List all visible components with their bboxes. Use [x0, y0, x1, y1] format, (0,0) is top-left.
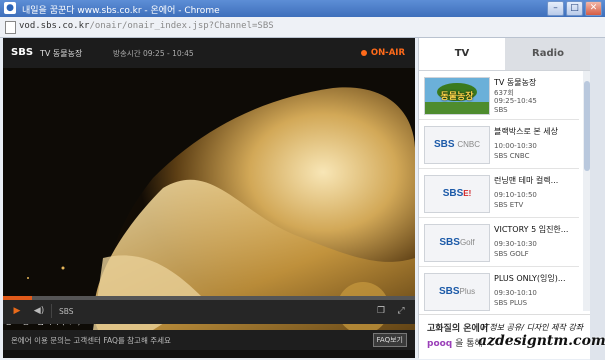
ad-subline: pooq 을 통해: [427, 339, 483, 349]
player-header: SBS TV 동물농장 방송시간 09:25 - 10:45 ON-AIR: [3, 38, 415, 68]
channel-item-sbs[interactable]: 동물농장 TV 동물농장 637회 09:25-10:45 SBS: [419, 71, 579, 120]
channel-item-cnbc[interactable]: SBS CNBC 블랙박스로 본 세상 10:00-10:30 SBS CNBC: [419, 120, 579, 169]
tab-tv[interactable]: TV: [419, 38, 505, 70]
channel-network: SBS ETV: [494, 201, 524, 209]
program-name: TV 동물농장: [40, 49, 83, 58]
address-bar[interactable]: vod.sbs.co.kr/onair/onair_index.jsp?Chan…: [0, 17, 605, 38]
notice-bar: 온에어 이용 문의는 고객센터 FAQ를 참고해 주세요 FAQ보기: [3, 330, 415, 350]
window-title: 내일을 꿈꾼다 www.sbs.co.kr - 온에어 - Chrome: [22, 6, 220, 16]
channel-thumbnail: 동물농장: [424, 77, 490, 115]
window-titlebar: ● 내일을 꿈꾼다 www.sbs.co.kr - 온에어 - Chrome –…: [0, 0, 605, 17]
close-button[interactable]: ✕: [585, 1, 602, 16]
page-icon: [5, 21, 16, 34]
window-frame-right: [590, 38, 605, 360]
channel-network: SBS CNBC: [494, 152, 530, 160]
channel-time: 10:00-10:30: [494, 142, 537, 150]
channel-time: 09:30-10:10: [494, 289, 537, 297]
channel-time: 09:30-10:30: [494, 240, 537, 248]
progress-bar[interactable]: [3, 296, 415, 300]
maximize-button[interactable]: □: [566, 1, 583, 16]
faq-button[interactable]: FAQ보기: [372, 333, 407, 347]
channel-title: VICTORY 5 임진한...: [494, 225, 569, 234]
onair-indicator: ON-AIR: [360, 48, 405, 58]
channel-title: TV 동물농장: [494, 78, 537, 87]
channel-logo: SBSE!: [442, 188, 472, 199]
control-divider: [51, 304, 52, 318]
channel-network: SBS PLUS: [494, 299, 528, 307]
popup-icon[interactable]: ❐: [373, 304, 389, 318]
channel-item-plus[interactable]: SBSPlus PLUS ONLY(잉잉)... 09:30-10:10 SBS…: [419, 267, 579, 311]
video-frame[interactable]: 광고 종료합니다 (1/3): [3, 68, 415, 330]
channel-title: 런닝맨 테마 컬렉...: [494, 176, 559, 185]
pooq-logo: pooq: [427, 339, 453, 349]
channel-logo: 동물농장: [440, 91, 474, 101]
channel-thumbnail: SBSE!: [424, 175, 490, 213]
watermark-logo: azdesigntm.com: [478, 333, 605, 349]
channel-item-etv[interactable]: SBSE! 런닝맨 테마 컬렉... 09:10-10:50 SBS ETV: [419, 169, 579, 218]
minimize-button[interactable]: –: [547, 1, 564, 16]
onair-label: ON-AIR: [370, 48, 405, 58]
onair-dot-icon: [360, 49, 367, 56]
channel-network: SBS: [494, 106, 508, 114]
channel-item-golf[interactable]: SBSGolf VICTORY 5 임진한... 09:30-10:30 SBS…: [419, 218, 579, 267]
channel-tabs: TV Radio: [419, 38, 591, 71]
window-controls: – □ ✕: [547, 1, 602, 16]
channel-title: 블랙박스로 본 세상: [494, 127, 558, 136]
channel-title: PLUS ONLY(잉잉)...: [494, 274, 566, 283]
channel-logo: SBS CNBC: [433, 139, 480, 150]
progress-fill: [3, 296, 32, 300]
channel-time: 09:25-10:45: [494, 97, 537, 105]
channel-time: 09:10-10:50: [494, 191, 537, 199]
volume-icon[interactable]: ◀): [31, 304, 47, 318]
url-path: /onair/onair_index.jsp?Channel=SBS: [89, 21, 274, 31]
broadcast-time: 방송시간 09:25 - 10:45: [113, 49, 194, 58]
notice-text: 온에어 이용 문의는 고객센터 FAQ를 참고해 주세요: [11, 336, 171, 345]
channel-network: SBS GOLF: [494, 250, 529, 258]
fullscreen-icon[interactable]: ⤢: [393, 304, 409, 318]
channel-thumbnail: SBS CNBC: [424, 126, 490, 164]
channel-logo: SBSPlus: [438, 286, 476, 297]
channel-thumbnail: SBSGolf: [424, 224, 490, 262]
channel-name: SBS: [11, 47, 34, 58]
url-host: vod.sbs.co.kr: [19, 21, 90, 31]
tab-radio[interactable]: Radio: [505, 38, 591, 70]
play-icon[interactable]: ▶: [9, 304, 25, 318]
channel-logo: SBSGolf: [439, 237, 475, 248]
player-controls: ▶ ◀) SBS ❐ ⤢: [3, 296, 415, 324]
channel-panel: TV Radio 동물농장 TV 동물농장 637회 09:25-10:45 S…: [418, 38, 591, 359]
watermark-subtitle: IT정보 공유/ 디자인 제작 강좌: [482, 323, 584, 332]
control-channel-label: SBS: [59, 307, 74, 316]
video-player: SBS TV 동물농장 방송시간 09:25 - 10:45 ON-AIR ▶ …: [3, 38, 415, 358]
channel-thumbnail: SBSPlus: [424, 273, 490, 311]
video-image: [3, 68, 415, 330]
app-icon: ●: [4, 2, 16, 14]
url-text[interactable]: vod.sbs.co.kr/onair/onair_index.jsp?Chan…: [19, 21, 274, 31]
channel-list: 동물농장 TV 동물농장 637회 09:25-10:45 SBS SBS CN…: [419, 71, 583, 311]
